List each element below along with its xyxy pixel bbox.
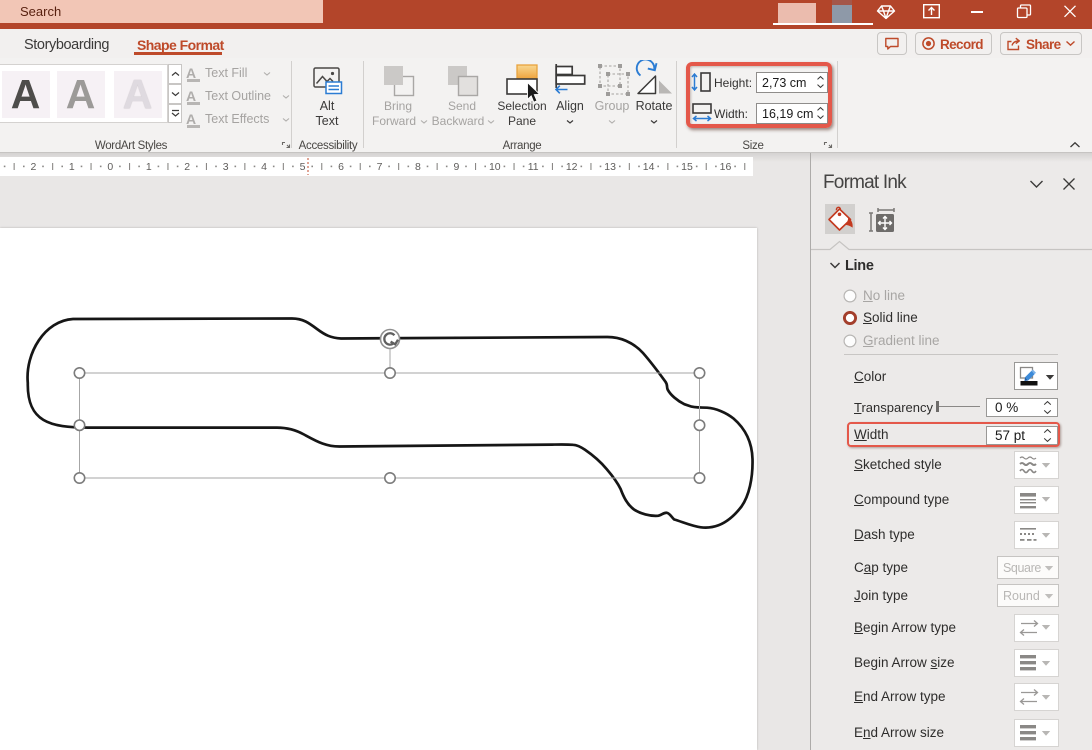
svg-text:2: 2 — [30, 161, 36, 173]
svg-text:8: 8 — [415, 161, 421, 173]
svg-text:5: 5 — [300, 161, 306, 173]
svg-text:11: 11 — [528, 161, 539, 173]
svg-text:4: 4 — [261, 161, 267, 173]
svg-text:10: 10 — [489, 161, 501, 173]
svg-text:1: 1 — [69, 161, 75, 173]
svg-text:3: 3 — [223, 161, 229, 173]
svg-text:13: 13 — [604, 161, 616, 173]
svg-text:7: 7 — [377, 161, 383, 173]
svg-text:1: 1 — [146, 161, 152, 173]
svg-text:12: 12 — [566, 161, 578, 173]
svg-text:14: 14 — [643, 161, 655, 173]
svg-text:15: 15 — [681, 161, 693, 173]
svg-text:9: 9 — [453, 161, 459, 173]
svg-text:0: 0 — [107, 161, 113, 173]
svg-text:16: 16 — [720, 161, 732, 173]
svg-text:2: 2 — [184, 161, 190, 173]
svg-text:6: 6 — [338, 161, 344, 173]
